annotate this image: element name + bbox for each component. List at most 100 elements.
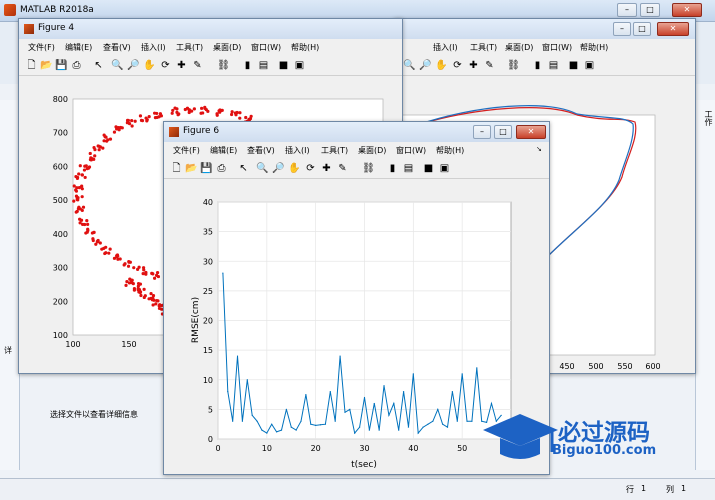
rotate-icon[interactable]: ⟳ [159, 59, 172, 72]
menu-tools[interactable]: 工具(T) [470, 42, 497, 53]
scatter-point [74, 189, 79, 193]
data-point [471, 420, 473, 422]
scatter-point [108, 247, 112, 251]
workspace-tab[interactable]: 工作 [698, 110, 714, 126]
brush-icon[interactable]: ✎ [336, 162, 349, 175]
y-tick-label: 25 [203, 287, 213, 296]
scatter-point [157, 115, 161, 119]
print-icon[interactable]: ⎙ [215, 162, 228, 175]
zoom-in-icon[interactable]: 🔍 [256, 162, 269, 175]
scatter-point [117, 128, 121, 132]
link-plot-icon[interactable]: ⛓ [217, 59, 230, 72]
menu-view[interactable]: 查看(V) [247, 145, 275, 156]
colorbar-icon[interactable]: ▮ [531, 59, 544, 72]
y-axis-label: RMSE(cm) [191, 297, 201, 343]
zoom-in-icon[interactable]: 🔍 [111, 59, 124, 72]
pan-icon[interactable]: ✋ [288, 162, 301, 175]
scatter-point [80, 208, 84, 213]
data-point [417, 432, 419, 434]
colorbar-icon[interactable]: ▮ [241, 59, 254, 72]
colorbar-icon[interactable]: ▮ [386, 162, 399, 175]
select-arrow-icon[interactable]: ↖ [237, 162, 250, 175]
zoom-in-icon[interactable]: 🔍 [403, 59, 416, 72]
scatter-point [200, 106, 204, 110]
x-tick-label: 150 [121, 340, 136, 349]
data-cursor-icon[interactable]: ✚ [175, 59, 188, 72]
menu-help[interactable]: 帮助(H) [580, 42, 608, 53]
save-icon[interactable]: 💾 [55, 59, 68, 72]
menu-tools[interactable]: 工具(T) [176, 42, 203, 53]
data-cursor-icon[interactable]: ✚ [467, 59, 480, 72]
menu-edit[interactable]: 编辑(E) [210, 145, 237, 156]
show-tools-icon[interactable]: ▣ [438, 162, 451, 175]
menu-window[interactable]: 窗口(W) [542, 42, 572, 53]
menu-help[interactable]: 帮助(H) [436, 145, 464, 156]
fig6-maximize-button[interactable]: □ [494, 125, 512, 139]
menu-desktop[interactable]: 桌面(D) [358, 145, 386, 156]
figure-6-caption[interactable]: Figure 6 – □ ✕ [164, 122, 549, 142]
menu-insert[interactable]: 插入(I) [141, 42, 166, 53]
menu-window[interactable]: 窗口(W) [396, 145, 426, 156]
link-plot-icon[interactable]: ⛓ [507, 59, 520, 72]
rotate-icon[interactable]: ⟳ [304, 162, 317, 175]
menu-edit[interactable]: 编辑(E) [65, 42, 92, 53]
zoom-out-icon[interactable]: 🔎 [272, 162, 285, 175]
zoom-out-icon[interactable]: 🔎 [127, 59, 140, 72]
new-figure-icon[interactable]: 🗋 [170, 162, 183, 175]
close-button[interactable]: ✕ [672, 3, 702, 17]
save-icon[interactable]: 💾 [200, 162, 213, 175]
print-icon[interactable]: ⎙ [70, 59, 83, 72]
rotate-icon[interactable]: ⟳ [451, 59, 464, 72]
figure-4-caption[interactable]: Figure 4 [19, 19, 402, 39]
zoom-out-icon[interactable]: 🔎 [419, 59, 432, 72]
menu-help[interactable]: 帮助(H) [291, 42, 319, 53]
scatter-point [94, 242, 98, 246]
fig6-minimize-button[interactable]: – [473, 125, 491, 139]
data-cursor-icon[interactable]: ✚ [320, 162, 333, 175]
scatter-point [103, 251, 107, 256]
menu-desktop[interactable]: 桌面(D) [213, 42, 241, 53]
hide-tools-icon[interactable]: ■ [422, 162, 435, 175]
scatter-point [80, 184, 84, 188]
fig-back-close-button[interactable]: ✕ [657, 22, 689, 36]
minimize-button[interactable]: – [617, 3, 637, 17]
legend-icon[interactable]: ▤ [402, 162, 415, 175]
dock-arrow-icon[interactable]: ↘ [536, 145, 542, 153]
brush-icon[interactable]: ✎ [483, 59, 496, 72]
scatter-point [86, 222, 90, 227]
scatter-point [153, 111, 157, 115]
data-point [344, 411, 346, 413]
menu-insert[interactable]: 插入(I) [285, 145, 310, 156]
show-tools-icon[interactable]: ▣ [583, 59, 596, 72]
data-point [373, 402, 375, 405]
menu-window[interactable]: 窗口(W) [251, 42, 281, 53]
menu-tools[interactable]: 工具(T) [321, 145, 348, 156]
menu-desktop[interactable]: 桌面(D) [505, 42, 533, 53]
scatter-point [101, 146, 105, 150]
show-tools-icon[interactable]: ▣ [293, 59, 306, 72]
legend-icon[interactable]: ▤ [257, 59, 270, 72]
brush-icon[interactable]: ✎ [191, 59, 204, 72]
pan-icon[interactable]: ✋ [435, 59, 448, 72]
hide-tools-icon[interactable]: ■ [567, 59, 580, 72]
legend-icon[interactable]: ▤ [547, 59, 560, 72]
figure-back-caption[interactable]: – □ ✕ [395, 19, 695, 39]
pan-icon[interactable]: ✋ [143, 59, 156, 72]
maximize-button[interactable]: □ [640, 3, 660, 17]
new-figure-icon[interactable]: 🗋 [25, 59, 38, 72]
select-arrow-icon[interactable]: ↖ [92, 59, 105, 72]
menu-file[interactable]: 文件(F) [173, 145, 200, 156]
fig-back-minimize-button[interactable]: – [613, 22, 631, 36]
menu-insert[interactable]: 插入(I) [433, 42, 458, 53]
menu-file[interactable]: 文件(F) [28, 42, 55, 53]
fig6-close-button[interactable]: ✕ [516, 125, 546, 139]
fig-back-maximize-button[interactable]: □ [633, 22, 651, 36]
hide-tools-icon[interactable]: ■ [277, 59, 290, 72]
menu-view[interactable]: 查看(V) [103, 42, 131, 53]
scatter-point [154, 273, 159, 277]
open-file-icon[interactable]: 📂 [185, 162, 198, 175]
link-plot-icon[interactable]: ⛓ [362, 162, 375, 175]
y-tick-label: 600 [53, 162, 68, 171]
scatter-point [93, 148, 97, 152]
open-file-icon[interactable]: 📂 [40, 59, 53, 72]
